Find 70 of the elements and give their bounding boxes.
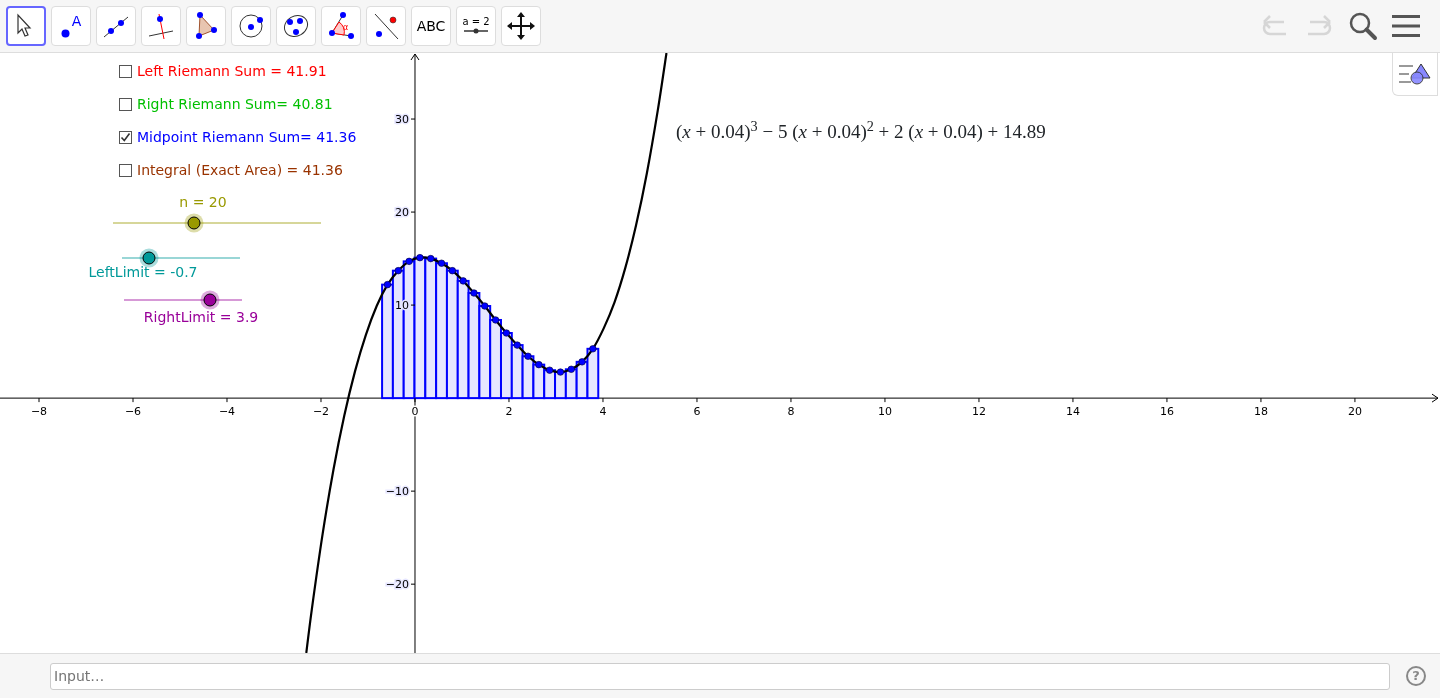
axis-tick-label: −20 bbox=[385, 578, 409, 592]
checkbox[interactable] bbox=[119, 131, 132, 144]
axis-tick-label: 12 bbox=[971, 405, 986, 419]
midpoint-dot bbox=[556, 368, 565, 376]
style-bar-icon bbox=[1399, 62, 1431, 87]
tool-button[interactable]: a = 2 bbox=[456, 6, 496, 46]
axis-tick-label: −4 bbox=[218, 405, 236, 419]
midpoint-dot bbox=[481, 302, 489, 310]
slider-tool-label: a = 2 bbox=[462, 17, 490, 27]
slider-label: RightLimit = 3.9 bbox=[143, 308, 259, 327]
axis-tick-label: −2 bbox=[312, 405, 330, 419]
midpoint-dot bbox=[394, 267, 402, 275]
checkbox[interactable] bbox=[119, 98, 132, 111]
menu-button[interactable] bbox=[1392, 13, 1420, 39]
move-arrows-icon bbox=[506, 11, 536, 41]
search-button[interactable] bbox=[1348, 11, 1378, 41]
point-icon bbox=[60, 29, 70, 38]
midpoint-dot bbox=[437, 259, 446, 267]
checkbox-label: Midpoint Riemann Sum= 41.36 bbox=[137, 128, 357, 147]
midpoint-dot bbox=[383, 281, 392, 289]
checkbox-label: Integral (Exact Area) = 41.36 bbox=[137, 161, 343, 180]
midpoint-dot bbox=[546, 366, 554, 374]
axis-tick-label: 0 bbox=[411, 405, 419, 419]
style-bar-toggle[interactable] bbox=[1392, 53, 1438, 96]
slider-handle[interactable] bbox=[187, 216, 201, 230]
axis-tick-label: 20 bbox=[1347, 405, 1362, 419]
midpoint-dot bbox=[470, 289, 478, 297]
midpoint-dot bbox=[589, 345, 597, 353]
axis-tick-label: 18 bbox=[1253, 405, 1268, 419]
point-label: A bbox=[71, 14, 82, 28]
axis-tick-label: 10 bbox=[877, 405, 892, 419]
axis-tick-label: 2 bbox=[505, 405, 513, 419]
checkbox[interactable] bbox=[119, 65, 132, 78]
slider-label: n = 20 bbox=[179, 193, 227, 212]
midpoint-dot bbox=[567, 365, 575, 373]
checkbox-label: Right Riemann Sum= 40.81 bbox=[137, 95, 333, 114]
midpoint-dot bbox=[502, 329, 510, 337]
tool-button[interactable]: ABC bbox=[411, 6, 451, 46]
axis-tick-label: −6 bbox=[124, 405, 142, 419]
axis-tick-label: 20 bbox=[395, 206, 409, 220]
circle-icon bbox=[236, 11, 266, 41]
tool-button[interactable]: A bbox=[51, 6, 91, 46]
tool-button[interactable] bbox=[6, 6, 46, 46]
slider-handle[interactable] bbox=[203, 293, 216, 307]
midpoint-dot bbox=[492, 316, 500, 324]
axis-tick-label: 4 bbox=[599, 405, 607, 419]
checkbox-label: Left Riemann Sum = 41.91 bbox=[137, 62, 327, 81]
input-field[interactable]: Input… bbox=[50, 662, 1390, 690]
midpoint-dot bbox=[513, 341, 521, 349]
midpoint-dot bbox=[427, 255, 435, 263]
axis-tick-label: 6 bbox=[693, 405, 701, 419]
axis-tick-label: 30 bbox=[395, 113, 409, 127]
midpoint-dot bbox=[578, 358, 586, 366]
midpoint-dot bbox=[405, 257, 413, 265]
midpoint-dot bbox=[459, 277, 467, 285]
midpoint-dot bbox=[524, 352, 532, 360]
axis-tick-label: 8 bbox=[787, 405, 795, 419]
function-formula: (x + 0.04)$^{3}$ − 5 (x + 0.04)$^{2}$ + 2 (x + 0.04) + 14.89 bbox=[676, 118, 1046, 144]
axis-tick-label: 16 bbox=[1159, 405, 1174, 419]
midpoint-dot bbox=[535, 361, 543, 369]
midpoint-dot bbox=[416, 254, 424, 262]
slider-icon bbox=[461, 27, 491, 35]
slider-label: LeftLimit = -0.7 bbox=[88, 263, 198, 282]
axis-tick-label: 14 bbox=[1065, 405, 1080, 419]
perpendicular-icon bbox=[146, 11, 176, 41]
midpoint-dot bbox=[448, 267, 456, 275]
checkbox[interactable] bbox=[119, 164, 132, 177]
slider-handle[interactable] bbox=[142, 251, 156, 265]
axis-tick-label: −10 bbox=[385, 485, 409, 499]
axis-tick-label: −8 bbox=[30, 405, 48, 419]
